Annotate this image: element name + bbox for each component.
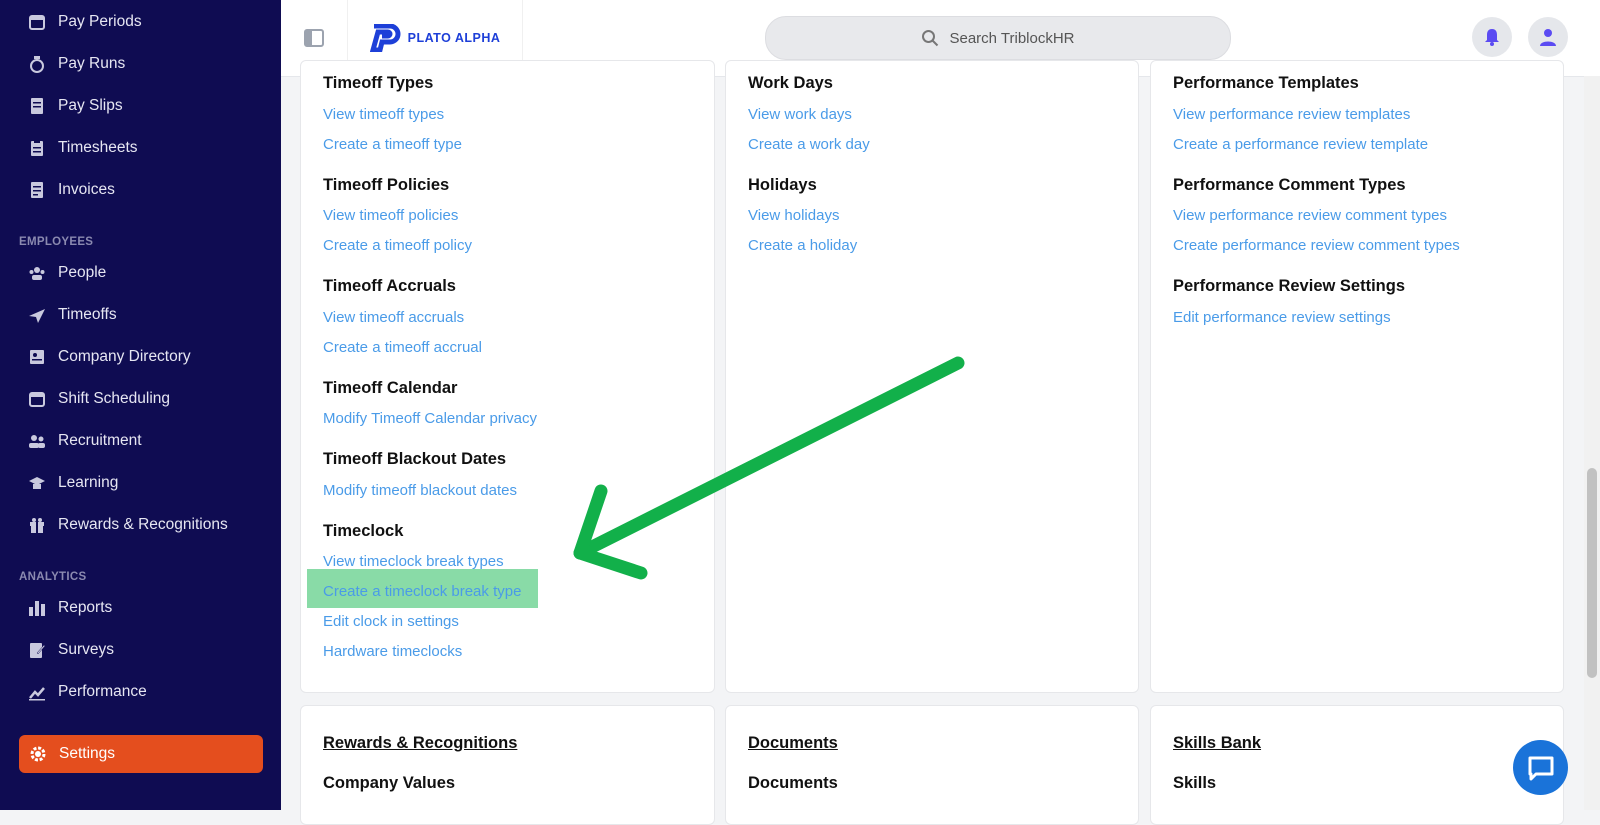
- annotation-arrow: [573, 356, 965, 580]
- scrollbar-thumb[interactable]: [1587, 468, 1597, 678]
- page-scrollbar[interactable]: [1584, 76, 1600, 810]
- chat-icon: [1528, 756, 1553, 780]
- chat-button[interactable]: [1513, 740, 1568, 795]
